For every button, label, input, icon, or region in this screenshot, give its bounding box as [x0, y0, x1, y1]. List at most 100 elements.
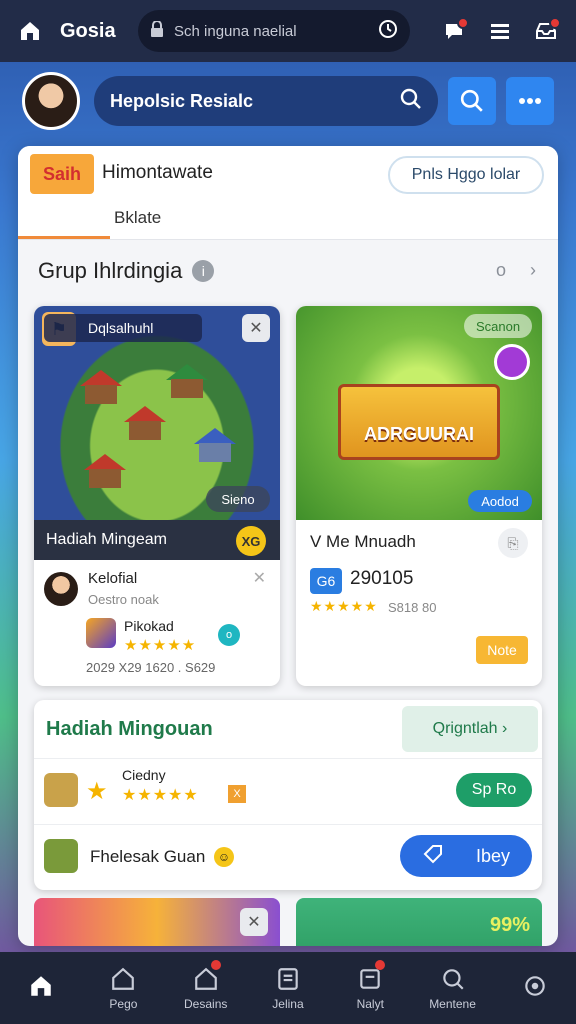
url-text: Sch inguna naelial — [174, 22, 297, 40]
card-footer: Hadiah Mingeam XG — [34, 520, 280, 560]
clock-icon[interactable] — [378, 19, 398, 43]
card-number: 290105 — [350, 568, 414, 589]
chat-icon[interactable] — [438, 15, 470, 47]
house-outline-icon — [109, 965, 137, 993]
nav-desains[interactable]: Desains — [165, 952, 247, 1024]
avatar[interactable] — [44, 572, 78, 606]
nav-label: Pego — [109, 997, 138, 1011]
status-dot: o — [218, 624, 240, 646]
header-title: Himontawate — [102, 162, 213, 183]
nav-pego[interactable]: Pego — [82, 952, 164, 1024]
nav-label: Mentene — [429, 997, 476, 1011]
peek-card-left[interactable]: ✕ — [34, 898, 280, 946]
list-item-name: Fhelesak Guan — [90, 847, 206, 866]
url-bar[interactable]: Sch inguna naelial — [138, 10, 410, 52]
nav-label: Desains — [184, 997, 228, 1011]
game-card-left[interactable]: ⚑ Dqlsalhuhl ✕ Sieno Hadiah Mingeam XG K… — [34, 306, 280, 686]
card-meta: S818 80 — [388, 600, 437, 615]
search-icon — [439, 965, 467, 993]
home-icon[interactable] — [14, 15, 46, 47]
tag-icon — [422, 843, 444, 870]
notification-badge — [210, 960, 221, 970]
game-icon — [494, 344, 530, 380]
search-icon[interactable] — [400, 88, 422, 115]
game-banner: ADRGUURAI — [338, 384, 500, 460]
nav-nalyt[interactable]: Nalyt — [329, 952, 411, 1024]
action-button[interactable]: Sp Ro — [456, 773, 532, 807]
house-icon — [124, 406, 166, 440]
tab-active[interactable]: Bklate — [114, 208, 161, 228]
house-icon — [194, 428, 236, 462]
star-icon: ★ — [86, 778, 108, 805]
search-row: Hepolsic Resialc — [0, 66, 576, 136]
settings-icon — [521, 972, 549, 1000]
bottom-nav: Pego Desains Jelina Nalyt Mentene — [0, 952, 576, 1024]
menu-grid-icon[interactable] — [484, 15, 516, 47]
section-indicator: o — [495, 260, 506, 280]
close-icon[interactable]: ✕ — [240, 908, 268, 936]
tab-underline — [18, 236, 110, 239]
avatar[interactable] — [22, 72, 80, 130]
section-title: Grup Ihlrdingia — [38, 258, 183, 283]
header-tag[interactable]: Saih — [30, 154, 94, 194]
notification-badge — [549, 17, 561, 29]
nav-jelina[interactable]: Jelina — [247, 952, 329, 1024]
peek-card-right[interactable]: 99% — [296, 898, 542, 946]
more-button[interactable] — [506, 77, 554, 125]
count-badge: G6 — [310, 568, 342, 594]
share-icon[interactable]: ⎘ — [498, 528, 528, 558]
main-panel: Saih Himontawate Bklate Pnls Hggo lolar … — [18, 146, 558, 946]
card-meta: 2029 X29 1620 . S629 — [86, 660, 216, 675]
list-icon — [274, 965, 302, 993]
more-dots-icon — [519, 98, 541, 104]
section-controls: o › — [496, 260, 536, 281]
lock-icon — [150, 20, 164, 41]
header-pill-button[interactable]: Pnls Hggo lolar — [388, 156, 544, 194]
card-title: V Me Mnuadh — [310, 532, 416, 551]
rating-stars: ★★★★★ — [124, 637, 197, 654]
list-item[interactable]: Fhelesak Guan ☺ Ibey — [34, 824, 542, 890]
game-card-right[interactable]: Scanon ADRGUURAI Aodod V Me Mnuadh ⎘ G6 … — [296, 306, 542, 686]
nav-settings[interactable] — [494, 952, 576, 1024]
list-item-name: Ciedny — [122, 767, 166, 783]
chest-icon — [44, 773, 78, 807]
app-name: Pikokad — [124, 618, 174, 634]
app-icon — [86, 618, 116, 648]
percent-label: 99% — [489, 914, 530, 936]
card-badge: Sieno — [206, 486, 270, 512]
top-bar: Gosia Sch inguna naelial — [0, 0, 576, 62]
nav-home[interactable] — [0, 952, 82, 1024]
close-icon[interactable]: ✕ — [253, 568, 266, 588]
search-value: Hepolsic Resialc — [110, 90, 254, 111]
buy-button-label: Ibey — [475, 845, 510, 866]
inbox-icon[interactable] — [530, 15, 562, 47]
list-item[interactable]: ★ Ciedny ★★★★★ X Sp Ro — [34, 758, 542, 824]
house-icon — [84, 454, 126, 488]
app-title: Gosia — [60, 19, 116, 42]
search-button[interactable] — [448, 77, 496, 125]
game-icon — [44, 839, 78, 873]
card-chip: Scanon — [464, 314, 532, 338]
house-icon — [80, 370, 122, 404]
section-heading: Grup Ihlrdingia i — [38, 258, 215, 284]
buy-button[interactable]: Ibey — [400, 835, 532, 877]
chevron-right-icon[interactable]: › — [530, 260, 536, 281]
nav-label: Nalyt — [356, 997, 384, 1011]
note-button[interactable]: Note — [476, 636, 528, 664]
village-image: ⚑ Dqlsalhuhl ✕ Sieno Hadiah Mingeam XG — [34, 306, 280, 560]
coin-badge: XG — [236, 526, 266, 556]
list-more-button[interactable]: Qrigntlah › — [402, 706, 538, 752]
nav-mentene[interactable]: Mentene — [411, 952, 493, 1024]
close-icon[interactable]: ✕ — [242, 314, 270, 342]
rating-stars: ★★★★★ — [310, 598, 378, 614]
card-footer-title: Hadiah Mingeam — [46, 531, 167, 548]
card-badge: Aodod — [468, 490, 532, 512]
profile-subtitle: Oestro noak — [88, 592, 159, 607]
game-image: Scanon ADRGUURAI Aodod — [296, 306, 542, 520]
notification-badge — [457, 17, 469, 29]
search-input[interactable]: Hepolsic Resialc — [94, 76, 438, 126]
profile-name: Kelofial — [88, 570, 138, 587]
home-icon — [27, 972, 55, 1000]
close-icon[interactable]: X — [228, 785, 246, 803]
info-icon[interactable]: i — [192, 260, 215, 282]
